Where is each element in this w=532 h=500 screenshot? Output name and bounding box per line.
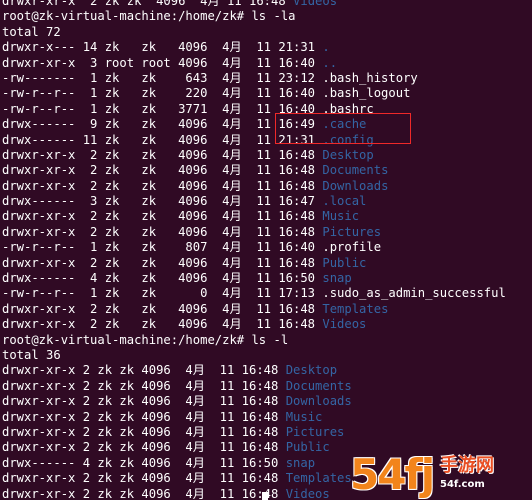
terminal-line: drwx------ 3 zk zk 4096 4月 11 16:47 .loc… (2, 194, 532, 209)
line-text: drwx------ 3 zk zk 4096 4月 11 16:47 (2, 194, 323, 209)
line-text: total 72 (2, 24, 61, 39)
terminal-line: drwxr-x--- 14 zk zk 4096 4月 11 21:31 . (2, 40, 532, 55)
site-watermark: 54fj 手游网 54f.com (350, 452, 528, 498)
line-text: drwxr-xr-x 2 zk zk 4096 4月 11 16:48 (2, 378, 286, 393)
directory-name: Templates (322, 301, 389, 316)
terminal-line: drwxr-xr-x 2 zk zk 4096 4月 11 16:48 Desk… (2, 363, 532, 378)
watermark-logo: 54fj (350, 450, 435, 499)
terminal-window[interactable]: drwxr-xr-x 2 zk zk 4096 4月 11 16:48 Vide… (0, 0, 532, 500)
line-text: drwxr-xr-x 2 zk zk 4096 4月 11 16:48 (2, 486, 286, 500)
terminal-line: drwxr-xr-x 2 zk zk 4096 4月 11 16:48 Vide… (2, 0, 532, 9)
line-text: -rw-r--r-- 1 zk zk 0 4月 11 17:13 .sudo_a… (2, 286, 506, 301)
directory-name: Public (285, 440, 330, 455)
directory-name: Downloads (322, 178, 389, 193)
line-text: drwxr-xr-x 2 zk zk 4096 4月 11 16:48 (2, 317, 323, 332)
terminal-line: root@zk-virtual-machine:/home/zk# ls -la (2, 9, 532, 24)
terminal-line: drwxr-xr-x 2 zk zk 4096 4月 11 16:48 Desk… (2, 148, 532, 163)
directory-name: Videos (285, 486, 330, 500)
line-text: drwxr-xr-x 2 zk zk 4096 4月 11 16:48 (2, 255, 323, 270)
line-text: root@zk-virtual-machine:/home/zk# ls -l (2, 332, 289, 347)
line-text: drwxr-xr-x 2 zk zk 4096 4月 11 16:48 (2, 147, 323, 162)
terminal-line: root@zk-virtual-machine:/home/zk# ls -l (2, 333, 532, 348)
terminal-line: drwxr-xr-x 2 zk zk 4096 4月 11 16:48 Musi… (2, 410, 532, 425)
directory-name: Music (322, 209, 360, 224)
line-text: -rw-r--r-- 1 zk zk 220 4月 11 16:40 .bash… (2, 86, 411, 101)
terminal-line: drwxr-xr-x 2 zk zk 4096 4月 11 16:48 Down… (2, 394, 532, 409)
terminal-line: drwxr-xr-x 2 zk zk 4096 4月 11 16:48 Docu… (2, 163, 532, 178)
line-text: drwxr-xr-x 2 zk zk 4096 4月 11 16:48 (2, 224, 323, 239)
line-text: drwx------ 11 zk zk 4096 4月 11 21:31 (2, 132, 323, 147)
line-text: drwxr-xr-x 2 zk zk 4096 4月 11 16:48 (2, 163, 323, 178)
directory-name: .config (322, 132, 374, 147)
terminal-line: total 72 (2, 25, 532, 40)
line-text: drwxr-xr-x 2 zk zk 4096 4月 11 16:48 (2, 471, 286, 486)
directory-name: . (322, 40, 330, 55)
directory-name: snap (322, 271, 352, 286)
terminal-line: drwxr-xr-x 2 zk zk 4096 4月 11 16:48 Vide… (2, 317, 532, 332)
directory-name: Templates (285, 471, 352, 486)
terminal-output: drwxr-xr-x 2 zk zk 4096 4月 11 16:48 Vide… (2, 0, 532, 500)
directory-name: Public (322, 255, 367, 270)
terminal-line: -rw-r--r-- 1 zk zk 3771 4月 11 16:40 .bas… (2, 102, 532, 117)
directory-name: snap (285, 455, 316, 470)
terminal-line: drwxr-xr-x 2 zk zk 4096 4月 11 16:48 Down… (2, 179, 532, 194)
line-text: root@zk-virtual-machine:/home/zk# ls -la (2, 9, 296, 24)
line-text: drwxr-xr-x 2 zk zk 4096 4月 11 16:48 (2, 178, 323, 193)
line-text: -rw-r--r-- 1 zk zk 807 4月 11 16:40 .prof… (2, 240, 382, 255)
directory-name: Documents (322, 163, 389, 178)
line-text: drwxr-x--- 14 zk zk 4096 4月 11 21:31 (2, 40, 323, 55)
directory-name: Videos (293, 0, 338, 8)
terminal-line: -rw------- 1 zk zk 643 4月 11 23:12 .bash… (2, 71, 532, 86)
terminal-line: drwx------ 4 zk zk 4096 4月 11 16:50 snap (2, 271, 532, 286)
line-text: drwxr-xr-x 2 zk zk 4096 4月 11 16:48 (2, 394, 286, 409)
line-text: drwxr-xr-x 2 zk zk 4096 4月 11 16:48 (2, 424, 286, 439)
directory-name: Desktop (322, 147, 374, 162)
directory-name: .. (322, 55, 338, 70)
terminal-line: total 36 (2, 348, 532, 363)
terminal-line: drwx------ 9 zk zk 4096 4月 11 16:49 .cac… (2, 117, 532, 132)
line-text: total 36 (2, 347, 61, 362)
line-text: drwxr-xr-x 2 zk zk 4096 4月 11 16:48 (2, 363, 286, 378)
watermark-site-name: 手游网 (440, 455, 494, 476)
line-text: drwx------ 9 zk zk 4096 4月 11 16:49 (2, 117, 323, 132)
directory-name: Desktop (285, 363, 338, 378)
directory-name: Downloads (285, 394, 352, 409)
terminal-line: drwxr-xr-x 2 zk zk 4096 4月 11 16:48 Pict… (2, 225, 532, 240)
directory-name: Music (285, 409, 323, 424)
terminal-line: -rw-r--r-- 1 zk zk 220 4月 11 16:40 .bash… (2, 86, 532, 101)
terminal-line: drwxr-xr-x 2 zk zk 4096 4月 11 16:48 Docu… (2, 379, 532, 394)
terminal-line: -rw-r--r-- 1 zk zk 807 4月 11 16:40 .prof… (2, 240, 532, 255)
directory-name: Videos (322, 317, 367, 332)
terminal-line: drwxr-xr-x 2 zk zk 4096 4月 11 16:48 Pict… (2, 425, 532, 440)
line-text: drwxr-xr-x 2 zk zk 4096 4月 11 16:48 (2, 209, 323, 224)
line-text: -rw------- 1 zk zk 643 4月 11 23:12 .bash… (2, 70, 418, 85)
line-text: drwx------ 4 zk zk 4096 4月 11 16:50 (2, 271, 323, 286)
line-text: drwxr-xr-x 2 zk zk 4096 4月 11 16:48 (2, 409, 286, 424)
terminal-line: drwxr-xr-x 2 zk zk 4096 4月 11 16:48 Publ… (2, 256, 532, 271)
directory-name: .local (322, 194, 367, 209)
terminal-line: drwxr-xr-x 2 zk zk 4096 4月 11 16:48 Temp… (2, 302, 532, 317)
watermark-url: 54f.com (440, 479, 485, 490)
line-text: drwxr-xr-x 2 zk zk 4096 4月 11 16:48 (2, 440, 286, 455)
line-text: drwxr-xr-x 2 zk zk 4096 4月 11 16:48 (2, 301, 323, 316)
terminal-line: -rw-r--r-- 1 zk zk 0 4月 11 17:13 .sudo_a… (2, 286, 532, 301)
directory-name: Documents (285, 378, 352, 393)
terminal-line: drwxr-xr-x 2 zk zk 4096 4月 11 16:48 Musi… (2, 209, 532, 224)
line-text: drwx------ 4 zk zk 4096 4月 11 16:50 (2, 455, 286, 470)
directory-name: Pictures (322, 224, 382, 239)
terminal-line: drwx------ 11 zk zk 4096 4月 11 21:31 .co… (2, 133, 532, 148)
text-cursor (262, 492, 268, 500)
terminal-line: drwxr-xr-x 3 root root 4096 4月 11 16:40 … (2, 56, 532, 71)
directory-name: .cache (322, 117, 367, 132)
line-text: drwxr-xr-x 3 root root 4096 4月 11 16:40 (2, 55, 323, 70)
line-text: drwxr-xr-x 2 zk zk 4096 4月 11 16:48 (2, 0, 294, 8)
directory-name: Pictures (285, 424, 345, 439)
line-text: -rw-r--r-- 1 zk zk 3771 4月 11 16:40 .bas… (2, 101, 374, 116)
